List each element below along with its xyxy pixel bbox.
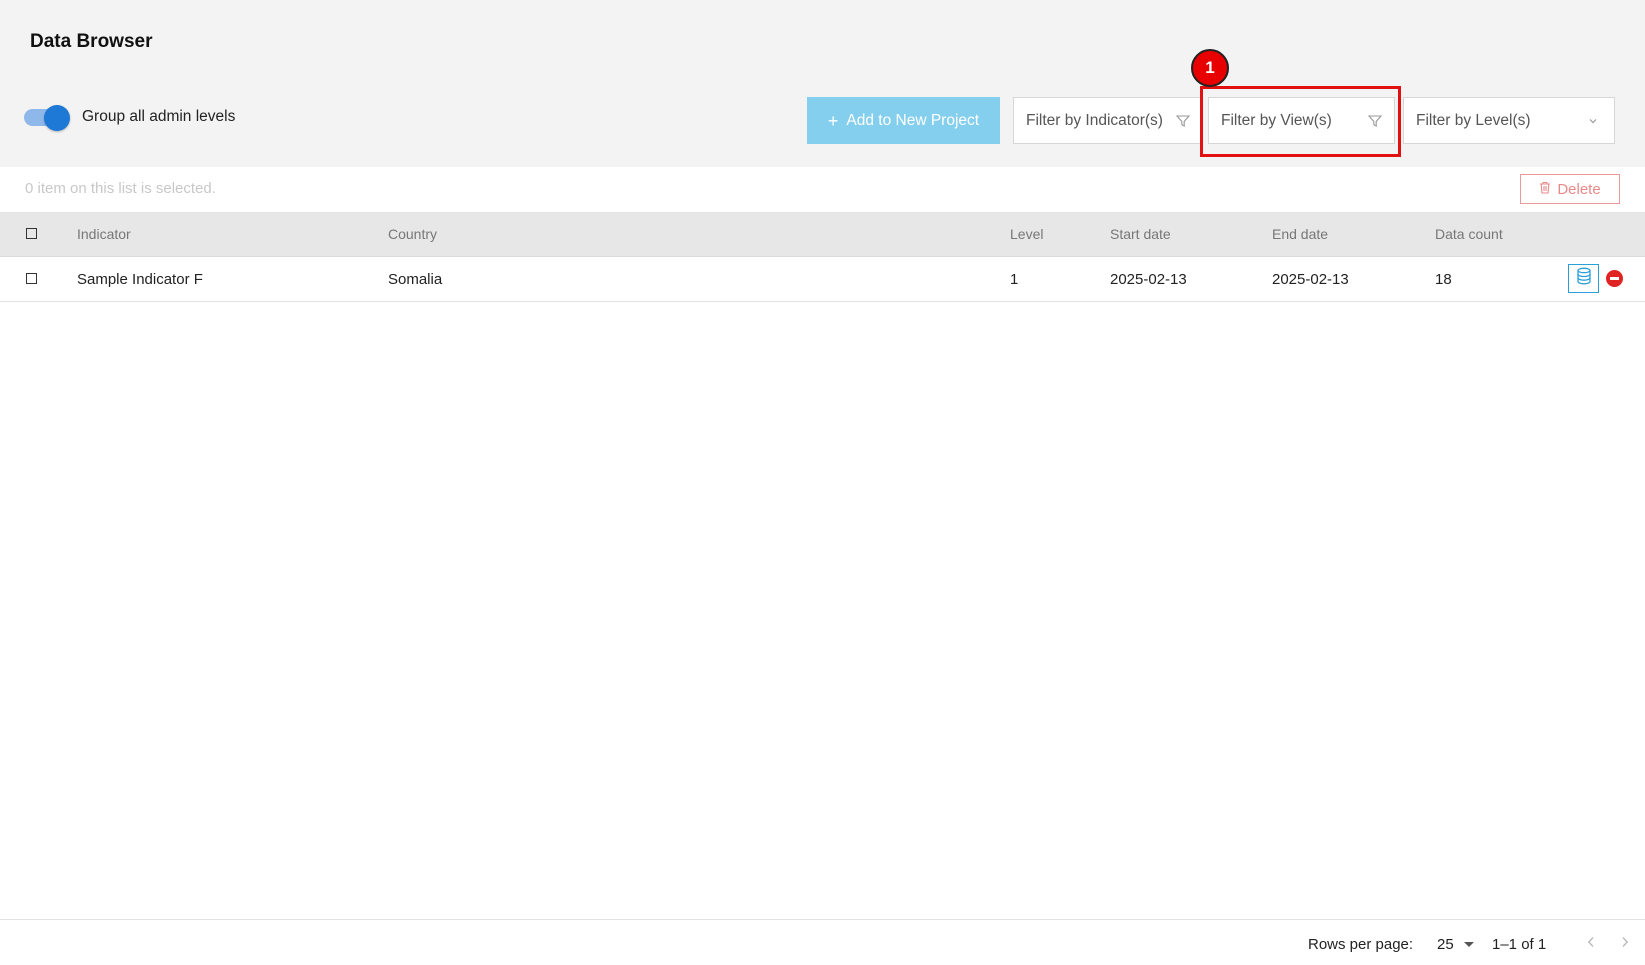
selection-status: 0 item on this list is selected. <box>25 180 216 197</box>
toggle-knob <box>44 105 70 131</box>
cell-end-date: 2025-02-13 <box>1272 271 1349 288</box>
cell-country: Somalia <box>388 271 443 288</box>
column-header-indicator[interactable]: Indicator <box>77 226 131 242</box>
plus-icon: + <box>827 110 839 131</box>
app: Data Browser Group all admin levels + Ad… <box>0 0 1645 965</box>
column-header-end-date[interactable]: End date <box>1272 226 1328 242</box>
toggle-switch[interactable] <box>24 105 70 131</box>
chevron-left-icon <box>1587 935 1595 953</box>
previous-page-button[interactable] <box>1582 935 1600 953</box>
column-header-country[interactable]: Country <box>388 226 437 242</box>
selection-bar: 0 item on this list is selected. <box>0 167 1645 212</box>
toggle-label: Group all admin levels <box>82 108 236 125</box>
filter-level-select[interactable]: Filter by Level(s) <box>1403 97 1615 144</box>
column-header-start-date[interactable]: Start date <box>1110 226 1171 242</box>
delete-button[interactable]: Delete <box>1520 174 1620 204</box>
rows-per-page-label: Rows per page: <box>1308 936 1414 953</box>
table-row[interactable]: Sample Indicator F Somalia 1 2025-02-13 … <box>0 257 1645 302</box>
caret-down-icon <box>1463 942 1474 947</box>
cell-level: 1 <box>1010 271 1019 288</box>
filter-indicator-select[interactable]: Filter by Indicator(s) <box>1013 97 1203 144</box>
annotation-highlight-box <box>1200 86 1401 157</box>
cell-indicator: Sample Indicator F <box>77 271 203 288</box>
chevron-down-icon <box>1588 117 1598 125</box>
delete-label: Delete <box>1557 180 1601 198</box>
remove-bar <box>1610 277 1619 280</box>
column-header-level[interactable]: Level <box>1010 226 1043 242</box>
group-admin-levels-toggle[interactable]: Group all admin levels <box>24 105 236 131</box>
add-button-label: Add to New Project <box>846 111 980 129</box>
header: Data Browser Group all admin levels + Ad… <box>0 0 1645 167</box>
rows-per-page-select[interactable]: 25 <box>1437 936 1474 953</box>
annotation-marker: 1 <box>1191 49 1229 87</box>
select-all-checkbox[interactable] <box>26 228 37 239</box>
cell-data-count: 18 <box>1435 271 1452 288</box>
filter-indicator-placeholder: Filter by Indicator(s) <box>1026 111 1163 129</box>
page-range: 1–1 of 1 <box>1492 936 1547 953</box>
next-page-button[interactable] <box>1616 935 1634 953</box>
chevron-right-icon <box>1621 935 1629 953</box>
view-data-button[interactable] <box>1568 264 1599 293</box>
add-to-new-project-button[interactable]: + Add to New Project <box>807 97 1000 144</box>
row-checkbox[interactable] <box>26 273 37 284</box>
cell-start-date: 2025-02-13 <box>1110 271 1187 288</box>
filter-level-placeholder: Filter by Level(s) <box>1416 111 1531 129</box>
rows-per-page-value: 25 <box>1437 936 1454 953</box>
table-header: Indicator Country Level Start date End d… <box>0 212 1645 257</box>
trash-icon <box>1539 181 1551 198</box>
database-icon <box>1576 267 1592 290</box>
page-title: Data Browser <box>30 31 153 52</box>
funnel-icon <box>1176 114 1190 128</box>
pagination-footer: Rows per page: 25 1–1 of 1 <box>0 919 1645 965</box>
remove-icon[interactable] <box>1606 270 1623 287</box>
column-header-data-count[interactable]: Data count <box>1435 226 1503 242</box>
